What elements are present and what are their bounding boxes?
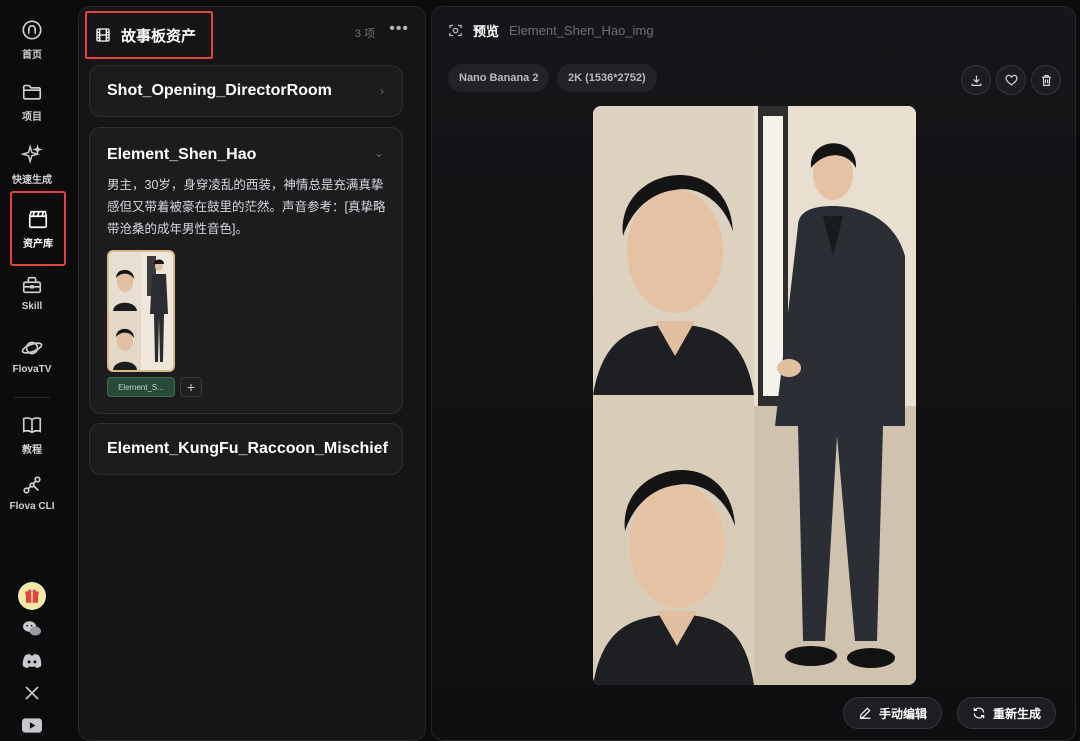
asset-count: 3 项 <box>354 28 375 40</box>
wechat-icon <box>23 621 41 636</box>
toolbox-icon <box>22 276 42 294</box>
wechat-link[interactable] <box>0 620 64 638</box>
sidebar-item-label: FlovaTV <box>12 364 52 375</box>
sidebar-item-tutorial[interactable]: 教程 <box>0 405 64 465</box>
asset-card-kungfu-raccoon[interactable]: Element_KungFu_Raccoon_Mischief › <box>89 423 403 475</box>
sidebar-item-home[interactable]: 首页 <box>0 10 64 70</box>
asset-tag[interactable]: Element_S... <box>107 377 175 397</box>
resolution-chip: 2K (1536*2752) <box>557 64 657 92</box>
film-icon <box>96 28 110 42</box>
sidebar-item-projects[interactable]: 项目 <box>0 72 64 132</box>
asset-card-title: Shot_Opening_DirectorRoom <box>107 82 332 99</box>
discord-icon <box>22 654 42 669</box>
sidebar-divider <box>14 397 50 398</box>
clapperboard-icon <box>28 210 48 228</box>
heart-icon <box>1004 74 1018 86</box>
sidebar-item-label: 教程 <box>22 445 42 456</box>
sidebar-item-label: 资产库 <box>23 238 53 250</box>
sidebar-item-label: 项目 <box>22 112 42 123</box>
x-link[interactable] <box>0 685 64 701</box>
youtube-link[interactable] <box>0 718 64 733</box>
add-tag-button[interactable]: + <box>180 377 202 397</box>
discord-link[interactable] <box>0 653 64 669</box>
refresh-icon <box>973 707 985 719</box>
sidebar-item-label: 首页 <box>22 50 42 61</box>
sidebar-item-flovatv[interactable]: FlovaTV <box>0 326 64 386</box>
asset-card-title: Element_KungFu_Raccoon_Mischief <box>107 440 388 457</box>
book-icon <box>22 417 42 434</box>
more-options-button[interactable]: ••• <box>389 20 409 38</box>
preview-title: 预览 <box>473 24 500 39</box>
trash-icon <box>1041 74 1051 86</box>
sidebar-item-label: Flova CLI <box>9 501 55 512</box>
gift-icon <box>18 582 46 610</box>
chevron-right-icon: › <box>380 442 384 456</box>
preview-panel: 预览 Element_Shen_Hao_img Nano Banana 2 2K… <box>431 6 1076 741</box>
download-icon <box>971 75 981 86</box>
chevron-right-icon: › <box>380 84 384 98</box>
regenerate-label: 重新生成 <box>993 706 1042 721</box>
sidebar-item-label: 快速生成 <box>12 175 52 186</box>
pencil-icon <box>859 707 871 719</box>
sidebar-item-asset-library[interactable]: 资产库 <box>10 191 66 266</box>
sidebar-item-quick-generate[interactable]: 快速生成 <box>0 135 64 195</box>
model-chip: Nano Banana 2 <box>448 64 550 92</box>
asset-card-title: Element_Shen_Hao <box>107 146 257 163</box>
gift-button[interactable] <box>0 582 64 610</box>
planet-icon <box>21 341 43 355</box>
manual-edit-button[interactable]: 手动编辑 <box>843 697 943 729</box>
home-icon <box>22 20 42 40</box>
storyboard-assets-panel: 故事板资产 3 项 ••• Shot_Opening_DirectorRoom … <box>78 6 426 741</box>
delete-button[interactable] <box>1031 65 1061 95</box>
youtube-icon <box>22 718 42 733</box>
sidebar-item-flova-cli[interactable]: Flova CLI <box>0 463 64 523</box>
chevron-down-icon[interactable]: ⌄ <box>374 146 384 160</box>
sparkle-icon <box>21 144 43 165</box>
generated-character-image[interactable] <box>593 106 916 685</box>
asset-thumbnail[interactable] <box>107 250 175 372</box>
asset-card-shot-opening[interactable]: Shot_Opening_DirectorRoom › <box>89 65 403 117</box>
favorite-button[interactable] <box>996 65 1026 95</box>
preview-icon <box>449 24 462 37</box>
folder-icon <box>22 84 42 100</box>
preview-filename: Element_Shen_Hao_img <box>509 23 654 38</box>
sidebar-item-skill[interactable]: Skill <box>0 263 64 323</box>
regenerate-button[interactable]: 重新生成 <box>957 697 1057 729</box>
panel-title: 故事板资产 <box>121 27 197 45</box>
asset-description: 男主，30岁，身穿凌乱的西装，神情总是充满真挚感但又带着被豪在鼓里的茫然。声音参… <box>107 178 386 236</box>
preview-header: 预览 Element_Shen_Hao_img <box>448 21 654 40</box>
panel-header: 故事板资产 <box>85 11 213 59</box>
sidebar: 首页 项目 快速生成 资产库 Skill FlovaTV 教程 Flova CL… <box>0 0 66 741</box>
manual-edit-label: 手动编辑 <box>879 706 928 721</box>
x-icon <box>25 686 39 700</box>
asset-card-element-shen-hao[interactable]: Element_Shen_Hao ⌄ 男主，30岁，身穿凌乱的西装，神情总是充满… <box>89 127 403 414</box>
download-button[interactable] <box>961 65 991 95</box>
nodes-icon <box>23 476 41 494</box>
sidebar-item-label: Skill <box>21 301 43 312</box>
